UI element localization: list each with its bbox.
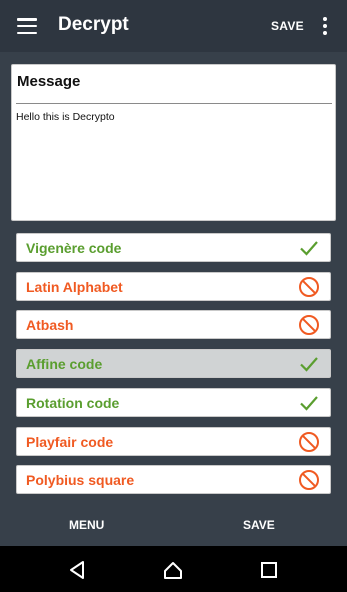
code-item[interactable]: Vigenère code [16, 233, 331, 262]
blocked-icon [299, 315, 319, 335]
save-button-top[interactable]: SAVE [271, 19, 304, 33]
code-label: Polybius square [26, 472, 135, 488]
blocked-icon [299, 470, 319, 490]
blocked-icon [299, 277, 319, 297]
message-card: Message Hello this is Decrypto [11, 64, 336, 221]
message-input[interactable]: Hello this is Decrypto [16, 111, 332, 211]
recents-icon[interactable] [258, 559, 280, 581]
code-item[interactable]: Affine code [16, 349, 331, 378]
code-label: Playfair code [26, 434, 114, 450]
system-navigation-bar [0, 546, 347, 592]
page-title: Decrypt [58, 14, 129, 35]
more-vert-icon[interactable] [322, 17, 328, 35]
check-icon [300, 357, 318, 372]
check-icon [300, 241, 318, 256]
code-item[interactable]: Atbash [16, 310, 331, 339]
code-label: Vigenère code [26, 240, 122, 256]
code-label: Latin Alphabet [26, 279, 123, 295]
hamburger-menu-icon[interactable] [17, 18, 37, 34]
save-button[interactable]: SAVE [243, 518, 275, 532]
app-bar: Decrypt SAVE [0, 0, 347, 52]
code-item[interactable]: Latin Alphabet [16, 272, 331, 301]
menu-button[interactable]: MENU [69, 518, 104, 532]
message-label: Message [17, 73, 81, 90]
bottom-action-bar: MENU SAVE [0, 505, 347, 546]
code-label: Affine code [26, 356, 103, 372]
code-item[interactable]: Playfair code [16, 427, 331, 456]
code-item[interactable]: Polybius square [16, 465, 331, 494]
blocked-icon [299, 432, 319, 452]
message-divider [16, 103, 332, 104]
home-icon[interactable] [162, 559, 184, 581]
back-icon[interactable] [66, 559, 88, 581]
check-icon [300, 396, 318, 411]
code-item[interactable]: Rotation code [16, 388, 331, 417]
code-label: Atbash [26, 317, 74, 333]
code-label: Rotation code [26, 395, 120, 411]
